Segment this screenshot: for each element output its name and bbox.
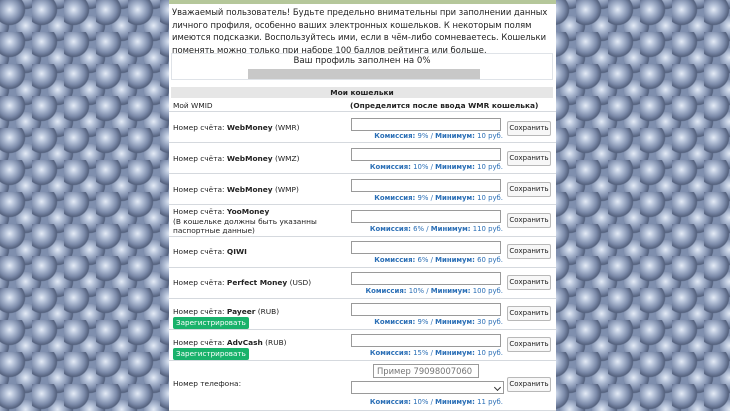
notice-text: Уважаемый пользователь! Будьте предельно… xyxy=(172,7,548,55)
wmid-row: Мой WMID (Определится после ввода WMR ко… xyxy=(169,99,556,112)
save-button-yoomoney[interactable]: Сохранить xyxy=(507,213,551,228)
wallet-row-perfect-money: Номер счёта: Perfect Money (USD) Комисси… xyxy=(169,268,556,299)
wallet-label: Номер счёта: QIWI xyxy=(173,247,247,256)
wallet-label: Номер счёта: AdvCash (RUB) Зарегистриров… xyxy=(173,338,287,360)
wallet-label: Номер счёта: YooMoney (В кошельке должны… xyxy=(173,207,317,235)
wallet-fee: Комиссия: 10% / Минимум: 10 руб. xyxy=(369,163,503,171)
chevron-down-icon xyxy=(493,383,502,392)
wallet-input-webmoney-wmr[interactable] xyxy=(351,118,501,131)
wallet-fee: Комиссия: 6% / Минимум: 60 руб. xyxy=(374,256,503,264)
save-button-payeer[interactable]: Сохранить xyxy=(507,306,551,321)
save-button-advcash[interactable]: Сохранить xyxy=(507,337,551,352)
wallet-input-perfect-money[interactable] xyxy=(351,272,501,285)
wallet-label: Номер счёта: Payeer (RUB) Зарегистрирова… xyxy=(173,307,280,329)
wallet-row-advcash: Номер счёта: AdvCash (RUB) Зарегистриров… xyxy=(169,330,556,361)
register-button-advcash[interactable]: Зарегистрировать xyxy=(173,347,249,360)
profile-progress-box: Ваш профиль заполнен на 0% xyxy=(171,53,553,80)
save-button-webmoney-wmz[interactable]: Сохранить xyxy=(507,151,551,166)
wallet-row-yoomoney: Номер счёта: YooMoney (В кошельке должны… xyxy=(169,205,556,237)
wallet-fee: Комиссия: 9% / Минимум: 30 руб. xyxy=(374,318,503,326)
wallet-label: Номер счёта: WebMoney (WMZ) xyxy=(173,154,300,163)
save-button-phone[interactable]: Сохранить xyxy=(507,377,551,392)
wallet-input-qiwi[interactable] xyxy=(351,241,501,254)
profile-progress-bar xyxy=(248,69,480,79)
wallet-fee: Комиссия: 9% / Минимум: 10 руб. xyxy=(374,194,503,202)
wallet-row-payeer: Номер счёта: Payeer (RUB) Зарегистрирова… xyxy=(169,299,556,330)
wallet-fee: Комиссия: 9% / Минимум: 10 руб. xyxy=(374,132,503,140)
top-accent-bar xyxy=(169,0,556,4)
phone-country-select[interactable] xyxy=(351,381,504,394)
wallet-input-webmoney-wmp[interactable] xyxy=(351,179,501,192)
wallet-fee: Комиссия: 15% / Минимум: 10 руб. xyxy=(369,349,503,357)
save-button-perfect-money[interactable]: Сохранить xyxy=(507,275,551,290)
phone-label: Номер телефона: xyxy=(173,379,242,388)
profile-progress-label: Ваш профиль заполнен на 0% xyxy=(293,56,431,66)
wmid-value: (Определится после ввода WMR кошелька) xyxy=(350,101,539,110)
wallet-row-webmoney-wmz: Номер счёта: WebMoney (WMZ) Комиссия: 10… xyxy=(169,143,556,174)
phone-input[interactable] xyxy=(373,364,479,378)
profile-content-panel: Уважаемый пользователь! Будьте предельно… xyxy=(169,0,556,411)
wallet-input-payeer[interactable] xyxy=(351,303,501,316)
wmid-label: Мой WMID xyxy=(173,101,213,110)
save-button-qiwi[interactable]: Сохранить xyxy=(507,244,551,259)
phone-fee: Комиссия: 10% / Минимум: 11 руб. xyxy=(369,398,503,406)
wallet-row-qiwi: Номер счёта: QIWI Комиссия: 6% / Минимум… xyxy=(169,237,556,268)
wallet-input-advcash[interactable] xyxy=(351,334,501,347)
save-button-webmoney-wmp[interactable]: Сохранить xyxy=(507,182,551,197)
wallet-input-webmoney-wmz[interactable] xyxy=(351,148,501,161)
save-button-webmoney-wmr[interactable]: Сохранить xyxy=(507,121,551,136)
register-button-payeer[interactable]: Зарегистрировать xyxy=(173,316,249,329)
wallet-label: Номер счёта: Perfect Money (USD) xyxy=(173,278,312,287)
wallet-label: Номер счёта: WebMoney (WMR) xyxy=(173,123,300,132)
wallet-input-yoomoney[interactable] xyxy=(351,210,501,223)
phone-row: Номер телефона: Комиссия: 10% / Минимум:… xyxy=(169,361,556,411)
wallet-fee: Комиссия: 10% / Минимум: 100 руб. xyxy=(365,287,503,295)
wallets-section-title: Мои кошельки xyxy=(171,87,553,98)
wallet-row-webmoney-wmp: Номер счёта: WebMoney (WMP) Комиссия: 9%… xyxy=(169,174,556,205)
wallet-fee: Комиссия: 6% / Минимум: 110 руб. xyxy=(369,225,503,233)
wallet-label: Номер счёта: WebMoney (WMP) xyxy=(173,185,299,194)
wallet-row-webmoney-wmr: Номер счёта: WebMoney (WMR) Комиссия: 9%… xyxy=(169,112,556,143)
